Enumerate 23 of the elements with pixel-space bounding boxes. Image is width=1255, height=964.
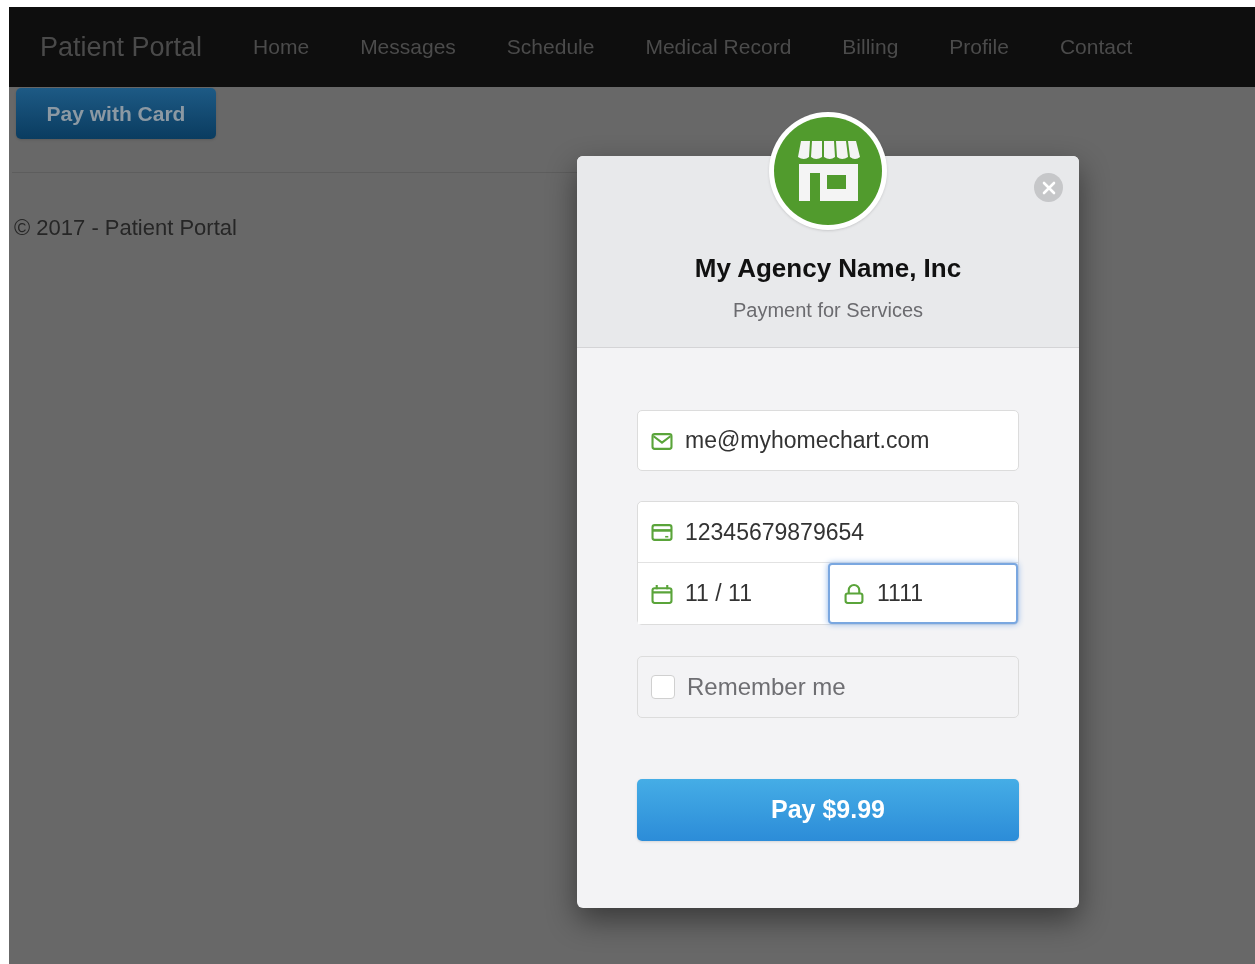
calendar-icon	[651, 583, 673, 604]
card-number-field[interactable]: 12345679879654	[638, 502, 1018, 563]
nav-link[interactable]: Profile	[949, 31, 1009, 63]
nav-link[interactable]: Medical Record	[645, 31, 792, 63]
nav-link[interactable]: Messages	[360, 31, 456, 63]
copyright-text: © 2017 - Patient Portal	[14, 215, 237, 240]
padlock-icon	[843, 583, 865, 604]
brand-link[interactable]: Patient Portal	[40, 26, 203, 68]
credit-card-icon	[651, 522, 673, 542]
nav-link[interactable]: Contact	[1059, 31, 1133, 63]
nav-link[interactable]: Billing	[842, 31, 899, 63]
nav-link[interactable]: Home	[253, 31, 310, 63]
envelope-icon	[651, 430, 673, 451]
dialog-title: My Agency Name, Inc	[694, 252, 962, 285]
cvc-field[interactable]: 1111	[828, 563, 1018, 624]
nav-link[interactable]: Schedule	[506, 31, 595, 63]
close-button[interactable]	[1034, 173, 1063, 202]
pay-with-card-button[interactable]: Pay with Card	[16, 88, 216, 139]
email-field[interactable]: me@myhomechart.com	[637, 410, 1019, 471]
pay-button[interactable]: Pay $9.99	[637, 779, 1019, 841]
close-icon	[1041, 180, 1056, 195]
dialog-subtitle: Payment for Services	[732, 298, 924, 323]
remember-me-checkbox[interactable]: Remember me	[637, 656, 1019, 718]
